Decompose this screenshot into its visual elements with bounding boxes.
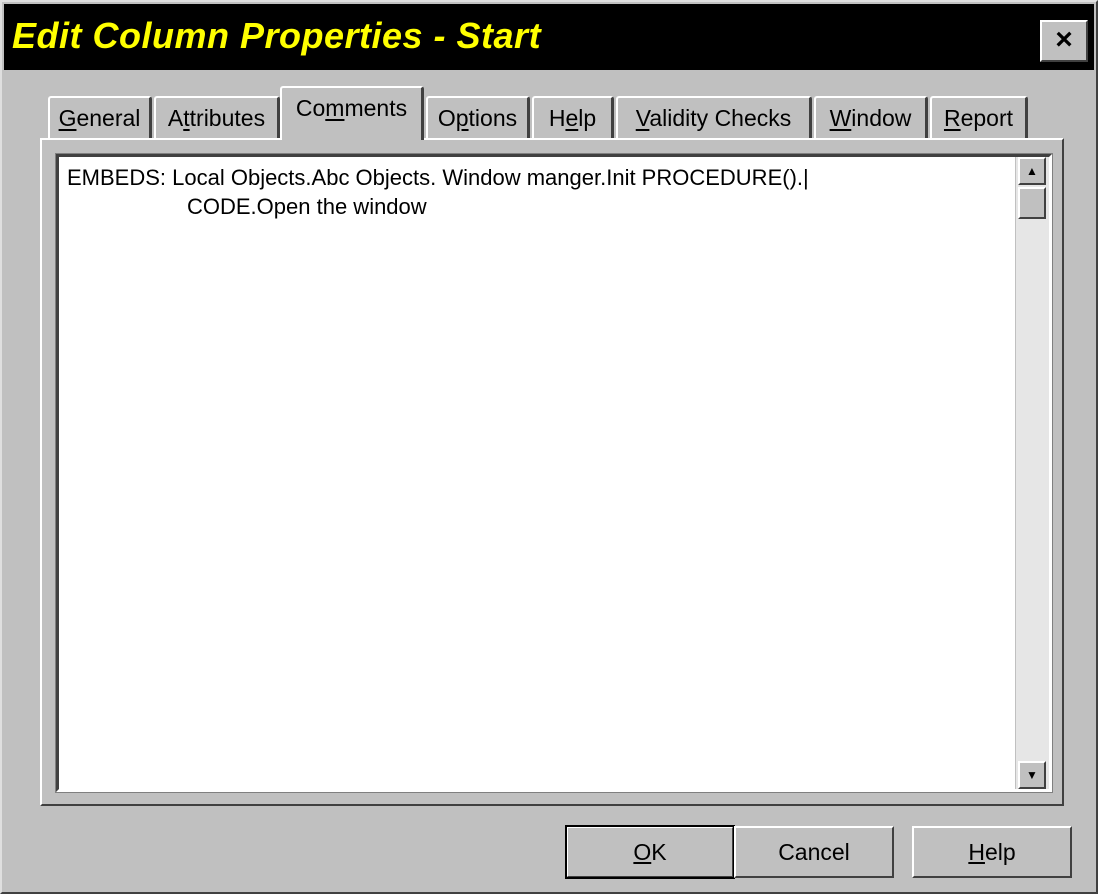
tab-label-mnemonic: m <box>325 95 345 121</box>
comments-panel: EMBEDS: Local Objects.Abc Objects. Windo… <box>40 138 1064 806</box>
tab-window[interactable]: Window <box>814 96 928 140</box>
tab-label-mnemonic: W <box>829 105 852 131</box>
comment-line-2: CODE.Open the window <box>187 194 427 219</box>
ok-button-label: K <box>651 839 667 865</box>
tab-label: alidity Checks <box>649 105 792 131</box>
tab-label-mnemonic: V <box>635 105 650 131</box>
tab-label: ments <box>344 95 408 121</box>
tab-label: H <box>548 105 566 131</box>
tab-options[interactable]: Options <box>426 96 530 140</box>
tab-label-mnemonic: R <box>943 105 961 131</box>
help-button-mnemonic: H <box>968 839 985 865</box>
tab-label: A <box>167 105 184 131</box>
tab-label: eneral <box>76 105 141 131</box>
comments-text: EMBEDS: Local Objects.Abc Objects. Windo… <box>67 163 1007 221</box>
cancel-button[interactable]: Cancel <box>734 826 894 878</box>
ok-button-mnemonic: O <box>633 839 652 865</box>
scroll-up-arrow-icon[interactable]: ▲ <box>1018 157 1046 185</box>
tab-report[interactable]: Report <box>930 96 1028 140</box>
tab-label: eport <box>960 105 1014 131</box>
title-bar[interactable]: Edit Column Properties - Start × <box>4 4 1094 70</box>
window-title: Edit Column Properties - Start <box>12 15 542 56</box>
tab-label: Co <box>295 95 326 121</box>
comments-textarea[interactable]: EMBEDS: Local Objects.Abc Objects. Windo… <box>55 153 1053 793</box>
scroll-down-arrow-icon[interactable]: ▼ <box>1018 761 1046 789</box>
tab-help[interactable]: Help <box>532 96 614 140</box>
tab-label: tions <box>468 105 518 131</box>
help-button-label: elp <box>984 839 1016 865</box>
help-button[interactable]: Help <box>912 826 1072 878</box>
scrollbar-thumb[interactable] <box>1018 187 1046 219</box>
edit-column-properties-dialog: Edit Column Properties - Start × General… <box>0 0 1098 894</box>
ok-button[interactable]: OK <box>565 825 735 879</box>
comment-line-1: EMBEDS: Local Objects.Abc Objects. Windo… <box>67 165 809 190</box>
tab-label: indow <box>851 105 912 131</box>
tab-label: O <box>437 105 456 131</box>
vertical-scrollbar[interactable]: ▲ ▼ <box>1015 157 1049 789</box>
tab-comments[interactable]: Comments <box>280 86 424 140</box>
tab-label: lp <box>578 105 597 131</box>
tab-label-mnemonic: G <box>58 105 77 131</box>
tab-label: tributes <box>189 105 266 131</box>
tab-general[interactable]: General <box>48 96 152 140</box>
tab-validity-checks[interactable]: Validity Checks <box>616 96 812 140</box>
tab-label-mnemonic: p <box>455 105 469 131</box>
tab-attributes[interactable]: Attributes <box>154 96 280 140</box>
close-button[interactable]: × <box>1040 20 1088 62</box>
tab-label-mnemonic: e <box>565 105 579 131</box>
